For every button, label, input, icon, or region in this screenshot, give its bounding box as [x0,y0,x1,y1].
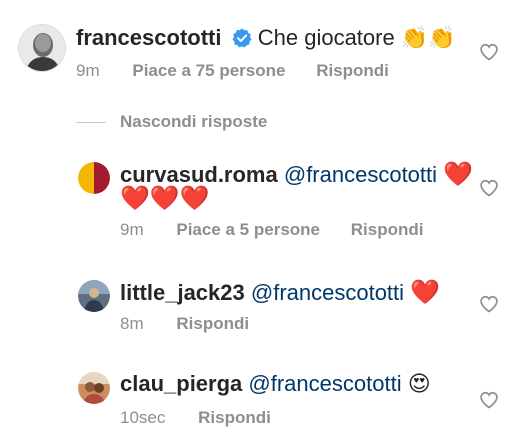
likes-count[interactable]: Piace a 5 persone [176,220,320,239]
hide-replies-label: Nascondi risposte [120,112,268,131]
avatar-photo [78,372,110,404]
timestamp[interactable]: 8m [120,314,144,333]
heart-outline-icon[interactable] [479,390,499,410]
hearts-emoji: ❤️❤️❤️ [120,184,210,212]
reply-button[interactable]: Rispondi [176,314,249,333]
comment-text: Che giocatore [257,25,395,50]
avatar-curvasud-roma[interactable] [78,162,110,194]
heart-outline-icon[interactable] [479,42,499,62]
avatar-roma-colors [78,162,110,194]
divider-line [76,121,106,123]
mention-link[interactable]: @francescototti [248,371,401,396]
comment-curvasud-roma-line2: ❤️❤️❤️ [120,184,210,213]
comment-meta-francescototti: 9m Piace a 75 persone Rispondi [76,60,389,82]
heart-outline-icon[interactable] [479,294,499,314]
timestamp[interactable]: 9m [76,61,100,80]
reply-button[interactable]: Rispondi [198,408,271,427]
timestamp[interactable]: 9m [120,220,144,239]
comment-francescototti: francescototti Che giocatore 👏👏 [76,24,456,55]
heart-eyes-emoji: 😍 [407,372,431,397]
comment-meta-curvasud-roma: 9m Piace a 5 persone Rispondi [120,219,423,241]
timestamp[interactable]: 10sec [120,408,165,427]
verified-badge-icon [232,27,252,55]
username[interactable]: francescototti [76,25,221,50]
comment-meta-little-jack23: 8m Rispondi [120,313,249,335]
avatar-little-jack23[interactable] [78,280,110,312]
avatar-francescototti[interactable] [18,24,66,72]
hide-replies-button[interactable]: Nascondi risposte [76,110,267,134]
avatar-photo [19,25,65,71]
heart-emoji: ❤️ [443,160,474,188]
mention-link[interactable]: @francescototti [284,162,437,187]
heart-outline-icon[interactable] [479,178,499,198]
likes-count[interactable]: Piace a 75 persone [132,61,285,80]
mention-link[interactable]: @francescototti [251,280,404,305]
clap-emoji: 👏👏 [400,26,456,51]
heart-emoji: ❤️ [410,278,441,306]
avatar-photo [78,280,110,312]
reply-button[interactable]: Rispondi [351,220,424,239]
username[interactable]: little_jack23 [120,280,245,305]
reply-button[interactable]: Rispondi [316,61,389,80]
comment-clau-pierga: clau_pierga @francescototti 😍 [120,370,431,399]
avatar-clau-pierga[interactable] [78,372,110,404]
comment-meta-clau-pierga: 10sec Rispondi [120,407,271,429]
username[interactable]: clau_pierga [120,371,242,396]
comment-little-jack23: little_jack23 @francescototti ❤️ [120,278,440,307]
